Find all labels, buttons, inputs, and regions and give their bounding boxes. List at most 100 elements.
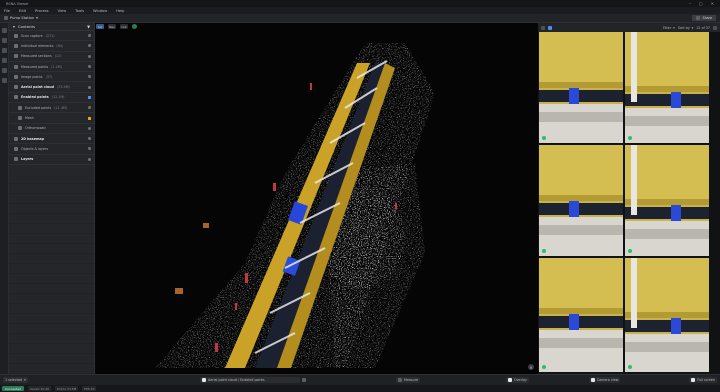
layer-row[interactable]: Aerial point cloud (33.5M) [9,82,94,93]
layer-type-icon [14,146,18,151]
photos-header: Filter ▾ Sort by ▾ 12 of 37 [538,23,720,32]
filter-label: Filter [662,25,672,30]
chevron-down-icon: ▾ [691,25,694,30]
menu-edit[interactable]: Edit [19,9,26,13]
visibility-toggle-icon[interactable] [88,116,91,120]
layer-row[interactable]: Mesh [9,113,94,124]
measure-button[interactable]: Measure [396,377,421,383]
menu-tools[interactable]: Tools [75,9,84,13]
photo-thumbnail[interactable] [539,258,623,372]
main-toolbar: Pump Station ▾ Share [0,14,720,23]
close-icon[interactable] [713,25,717,30]
fullscreen-button[interactable]: Full screen [689,377,717,383]
layer-count: (37) [45,74,53,79]
title-bar: RSNA Viewer – ▢ ✕ [0,0,720,7]
sort-label: Sort by [677,25,690,30]
chevron-down-icon[interactable]: ▾ [13,24,15,29]
visibility-toggle-icon[interactable] [88,44,91,48]
layer-name: Mesh [25,116,34,121]
edit-icon[interactable] [302,378,306,382]
visibility-toggle-icon[interactable] [88,95,91,99]
navigate-tool-label: Nav [109,24,115,29]
overlay-button[interactable]: Overlay [506,377,529,383]
layer-row[interactable]: Measured sections (12) [9,52,94,62]
layer-row[interactable]: Objects & layers [9,144,94,155]
photo-icon[interactable] [548,25,552,30]
point-cloud-viewport[interactable]: Sel Nav Cut × [95,23,538,374]
layer-name: 2D basemap [21,136,44,141]
sort-select[interactable]: Sort by ▾ [678,26,694,30]
layer-select[interactable]: 1 selected ▾ [3,377,28,383]
layer-type-icon [14,43,18,48]
layer-name: Layers [21,157,34,162]
cut-tool-button[interactable]: Cut [120,24,128,29]
photo-thumbnail[interactable] [625,32,709,143]
layer-row[interactable]: Enabled points (12.1M) [9,93,94,104]
photo-thumbnail[interactable] [539,145,623,256]
check-icon [542,249,546,253]
layers-icon[interactable] [1,28,7,33]
menu-window[interactable]: Window [93,9,107,13]
layer-name: Objects & layers [21,146,49,151]
share-button[interactable]: Share [692,15,716,21]
minimize-button[interactable]: – [689,1,691,6]
layer-row[interactable]: Individual elements (84) [9,41,94,52]
layer-count: (21.4M) [54,105,67,110]
layer-type-icon [14,136,18,141]
select-tool-button[interactable]: Sel [96,24,104,29]
layer-row[interactable]: 2D basemap [9,134,94,145]
photo-thumbnail[interactable] [539,32,623,143]
settings-icon[interactable] [1,48,7,53]
fullscreen-label: Full screen [697,378,715,382]
image-icon[interactable] [1,68,7,73]
photo-thumbnail[interactable] [625,145,709,256]
visibility-toggle-icon[interactable] [88,65,91,69]
layer-row[interactable]: Orthomosaic [9,124,94,134]
search-icon[interactable] [1,38,7,43]
ruler-icon[interactable] [1,78,7,83]
measure-label: Measure [404,378,419,382]
camera-view-button[interactable]: Camera view [588,377,621,383]
layer-select-value: 1 selected [5,378,23,382]
close-button[interactable]: ✕ [711,1,714,6]
visibility-toggle-icon[interactable] [88,34,91,38]
layer-row[interactable]: Image points (37) [9,72,94,83]
grid-icon[interactable] [541,25,545,30]
layer-name: Image points [21,74,43,79]
menu-file[interactable]: File [4,9,10,13]
visibility-toggle-icon[interactable] [88,85,91,89]
layer-name: Individual elements [21,43,54,48]
layer-type-icon [14,95,18,100]
layer-type-icon [14,157,18,162]
maximize-button[interactable]: ▢ [699,1,703,6]
layer-row[interactable]: Excluded points (21.4M) [9,103,94,114]
menu-bar: File Edit Process View Tools Window Help [0,7,720,14]
visibility-toggle-icon[interactable] [88,147,91,151]
visibility-toggle-icon[interactable] [88,75,91,79]
visibility-toggle-icon[interactable] [88,106,91,110]
layer-type-icon [18,126,22,131]
path-field[interactable]: Aerial point cloud / Enabled points [200,377,300,383]
layer-row[interactable]: Measured points (1.2M) [9,62,94,73]
layer-row[interactable]: Layers [9,155,94,165]
fullscreen-group: Full screen [686,377,720,384]
photo-thumbnail[interactable] [625,258,709,372]
visibility-toggle-icon[interactable] [88,126,91,130]
photo-grid [538,32,720,374]
navigate-tool-button[interactable]: Nav [108,24,116,29]
menu-process[interactable]: Process [35,9,49,13]
visibility-toggle-icon[interactable] [88,54,91,58]
visibility-toggle-icon[interactable] [88,137,91,141]
menu-view[interactable]: View [58,9,67,13]
check-icon [628,365,632,369]
project-selector[interactable]: Pump Station ▾ [0,16,38,20]
layer-row[interactable]: Scan capture (271) [9,31,94,42]
menu-help[interactable]: Help [116,9,124,13]
visibility-toggle-icon[interactable] [88,157,91,161]
layer-name: Scan capture [21,33,43,38]
filter-icon[interactable]: ▼ [87,24,90,29]
tag-icon[interactable] [1,58,7,63]
add-icon[interactable] [132,24,137,29]
filter-select[interactable]: Filter ▾ [663,26,675,30]
close-icon[interactable]: × [528,364,534,370]
